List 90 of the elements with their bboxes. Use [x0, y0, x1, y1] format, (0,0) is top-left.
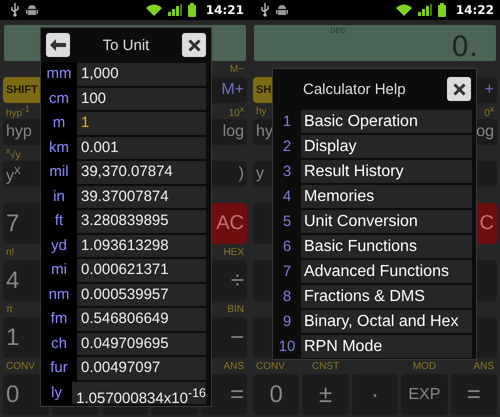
wifi-icon [396, 4, 412, 16]
unit-value[interactable]: 0.000539957 [77, 284, 206, 306]
topic-number: 5 [282, 212, 292, 232]
status-time: 14:22 [456, 3, 494, 17]
calculator-key[interactable]: ± [302, 374, 349, 415]
signal-icon [418, 4, 432, 16]
unit-value[interactable]: 100 [77, 88, 206, 110]
topic-number: 3 [282, 162, 292, 182]
key-label: BIN [227, 304, 244, 314]
back-button[interactable] [46, 33, 70, 57]
topic-number: 4 [282, 187, 292, 207]
status-time: 14:21 [206, 3, 244, 17]
topic-number: 7 [282, 262, 292, 282]
unit-value[interactable]: 39.37007874 [77, 186, 206, 208]
help-topic[interactable]: RPN Mode [301, 335, 472, 358]
unit-name: yd [41, 234, 77, 258]
unit-name: km [41, 136, 77, 160]
android-icon [276, 4, 288, 16]
unit-value[interactable]: 1.093613298 [77, 234, 206, 257]
key-label: $^{x}$√y [6, 150, 21, 161]
topic-number: 8 [282, 287, 292, 307]
key-label: CONV [6, 360, 35, 372]
close-button[interactable] [182, 33, 206, 57]
dialog-title: Calculator Help [303, 80, 406, 98]
key-label: M− [230, 64, 244, 74]
unit-name: fur [41, 356, 77, 380]
help-topic[interactable]: Basic Operation [301, 110, 472, 133]
calculator-key[interactable]: 0 [253, 374, 300, 415]
help-topic[interactable]: Unit Conversion [301, 210, 472, 233]
unit-name: m [41, 111, 77, 136]
help-topic[interactable]: Advanced Functions [301, 260, 472, 283]
help-topic[interactable]: Memories [301, 185, 472, 208]
help-topic[interactable]: Fractions & DMS [301, 285, 472, 308]
unit-name: ch [41, 332, 77, 356]
key-label: CONV [256, 360, 285, 372]
usb-icon [10, 3, 20, 17]
unit-name: ft [41, 209, 77, 234]
unit-name: ly [41, 380, 72, 405]
close-button[interactable] [447, 77, 471, 101]
topic-number: 10 [278, 337, 296, 357]
help-topic[interactable]: Binary, Octal and Hex [301, 310, 472, 333]
battery-icon [188, 3, 196, 17]
unit-name: mm [41, 62, 77, 86]
unit-name: mi [41, 258, 77, 282]
key-label: π [6, 304, 13, 314]
calculator-key[interactable]: = [450, 374, 497, 415]
calculator-key[interactable]: · [352, 374, 398, 415]
topic-number: 9 [282, 312, 292, 332]
key-label: n! [6, 246, 14, 258]
unit-value[interactable]: 1.057000834x10$^{-16}$ [72, 382, 206, 404]
key-label: 10$^{x}$ [228, 108, 244, 119]
key-label: ANS [473, 360, 494, 372]
help-topic[interactable]: Display [301, 135, 472, 158]
unit-value[interactable]: 1 [77, 112, 206, 134]
unit-name: in [41, 184, 77, 209]
key-label: CNST [312, 360, 340, 372]
usb-icon [260, 3, 270, 17]
unit-value[interactable]: 0.001 [77, 136, 206, 159]
unit-name: nm [41, 282, 77, 307]
key-label: MOD [412, 360, 436, 372]
back-arrow-icon [50, 39, 66, 51]
dialog-title: To Unit [102, 36, 150, 54]
key-label: ANS [223, 360, 244, 372]
signal-icon [168, 4, 182, 16]
unit-name: fm [41, 307, 77, 332]
unit-value[interactable]: 0.546806649 [77, 308, 206, 330]
topic-number: 6 [282, 237, 292, 257]
unit-value[interactable]: 0.00497097 [77, 357, 206, 380]
key-label: hy [256, 106, 267, 116]
unit-name: cm [41, 86, 77, 111]
unit-value[interactable]: 3.280839895 [77, 210, 206, 232]
battery-icon [438, 3, 446, 17]
topic-number: 2 [282, 137, 292, 157]
unit-value[interactable]: 39,370.07874 [77, 161, 206, 184]
help-topic[interactable]: Result History [301, 160, 472, 183]
key-label: 0$^{x}$ [484, 108, 494, 119]
key-label: HEX [223, 246, 244, 258]
topic-number: 1 [282, 112, 292, 132]
unit-value[interactable]: 0.049709695 [77, 332, 206, 355]
close-icon [188, 38, 200, 52]
key-label: hyp$^{-1}$ [6, 108, 30, 119]
unit-value[interactable]: 0.000621371 [77, 259, 206, 282]
android-icon [26, 4, 38, 16]
unit-value[interactable]: 1,000 [77, 63, 206, 86]
calculator-key[interactable]: EXP [401, 374, 448, 415]
close-icon [452, 82, 466, 96]
display-value: 0. [451, 33, 478, 61]
unit-name: mil [41, 160, 77, 184]
help-topic[interactable]: Basic Functions [301, 235, 472, 258]
wifi-icon [146, 4, 162, 16]
